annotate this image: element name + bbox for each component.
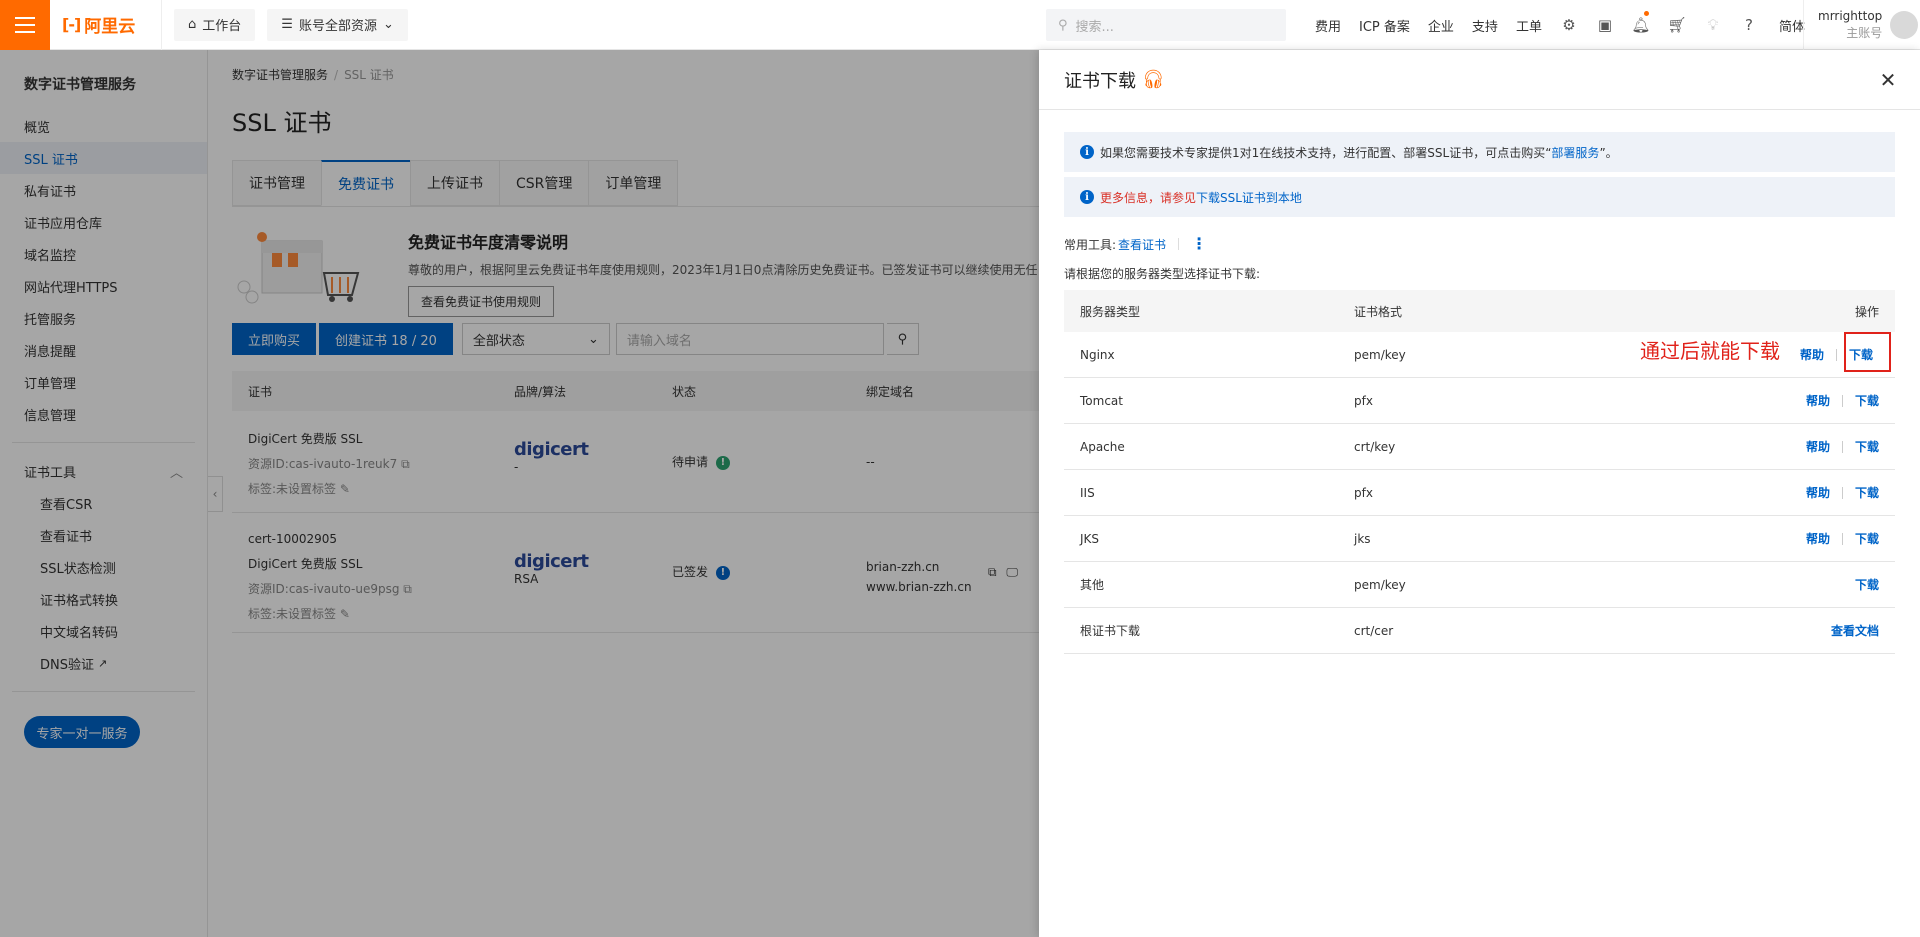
close-icon[interactable]: ✕: [1876, 68, 1900, 92]
user-menu[interactable]: mrrighttop 主账号: [1803, 0, 1919, 50]
table-row: Tomcat pfx 帮助 下载: [1064, 378, 1895, 424]
username: mrrighttop: [1818, 9, 1883, 23]
search-icon: ⚲: [1058, 17, 1068, 33]
stack-icon: ☰: [281, 17, 293, 32]
table-row: 其他 pem/key 下载: [1064, 562, 1895, 608]
download-link-tomcat[interactable]: 下载: [1855, 392, 1879, 409]
drawer-title: 证书下载: [1064, 70, 1136, 92]
link-enterprise[interactable]: 企业: [1419, 16, 1463, 35]
more-vertical-icon[interactable]: ⋮: [1191, 236, 1207, 252]
link-icp[interactable]: ICP 备案: [1350, 16, 1419, 35]
help-icon[interactable]: ?: [1731, 0, 1767, 50]
download-link-apache[interactable]: 下载: [1855, 438, 1879, 455]
view-cert-link[interactable]: 查看证书: [1118, 236, 1166, 253]
notice-deploy: i 如果您需要技术专家提供1对1在线技术支持，进行配置、部署SSL证书，可点击购…: [1064, 132, 1895, 172]
download-link-iis[interactable]: 下载: [1855, 484, 1879, 501]
workbench-button[interactable]: ⌂ 工作台: [174, 8, 256, 41]
table-row: Apache crt/key 帮助 下载: [1064, 424, 1895, 470]
table-row: IIS pfx 帮助 下载: [1064, 470, 1895, 516]
info-icon: i: [1080, 145, 1094, 159]
global-search-input[interactable]: ⚲ 搜索...: [1046, 9, 1286, 41]
aliyun-logo[interactable]: [-] 阿里云: [50, 0, 162, 50]
cert-download-drawer: 证书下载 🎧︎ ✕ i 如果您需要技术专家提供1对1在线技术支持，进行配置、部署…: [1039, 50, 1920, 937]
drawer-header: 证书下载 🎧︎ ✕: [1039, 50, 1920, 110]
avatar[interactable]: [1890, 11, 1919, 39]
account-type: 主账号: [1846, 26, 1883, 40]
help-link[interactable]: 帮助: [1806, 530, 1830, 547]
annotation-text: 通过后就能下载: [1640, 339, 1780, 363]
help-link[interactable]: 帮助: [1806, 484, 1830, 501]
view-doc-link[interactable]: 查看文档: [1831, 622, 1879, 639]
download-link-other[interactable]: 下载: [1855, 576, 1879, 593]
notice-more-info: i 更多信息，请参见 下载SSL证书到本地: [1064, 177, 1895, 217]
top-links: 费用 ICP 备案 企业 支持 工单 ⚙ ▣ 🔔︎ 🛒︎ 💡︎ ? 简体: [1306, 0, 1817, 50]
help-link[interactable]: 帮助: [1806, 392, 1830, 409]
cart-icon[interactable]: 🛒︎: [1659, 0, 1695, 50]
resource-selector[interactable]: ☰ 账号全部资源 ⌄: [267, 8, 408, 41]
link-billing[interactable]: 费用: [1306, 16, 1350, 35]
bell-icon[interactable]: 🔔︎: [1623, 0, 1659, 50]
download-link-jks[interactable]: 下载: [1855, 530, 1879, 547]
headset-icon[interactable]: 🎧︎: [1142, 69, 1165, 91]
table-row: 根证书下载 crt/cer 查看文档: [1064, 608, 1895, 654]
link-ticket[interactable]: 工单: [1507, 16, 1551, 35]
select-hint: 请根据您的服务器类型选择证书下载:: [1064, 267, 1261, 281]
table-row: JKS jks 帮助 下载: [1064, 516, 1895, 562]
link-support[interactable]: 支持: [1463, 16, 1507, 35]
info-icon: i: [1080, 190, 1094, 204]
common-tools: 常用工具: 查看证书 ⋮: [1064, 234, 1208, 253]
code-icon[interactable]: ⚙: [1551, 0, 1587, 50]
hamburger-menu-icon[interactable]: [0, 0, 50, 50]
highlight-box: [1844, 332, 1891, 372]
download-table-header: 服务器类型 证书格式 操作: [1064, 290, 1895, 332]
chevron-down-icon: ⌄: [382, 17, 394, 32]
top-bar: [-] 阿里云 ⌂ 工作台 ☰ 账号全部资源 ⌄ ⚲ 搜索... 费用 ICP 备…: [0, 0, 1920, 50]
download-doc-link[interactable]: 下载SSL证书到本地: [1196, 189, 1302, 206]
terminal-icon[interactable]: ▣: [1587, 0, 1623, 50]
help-link[interactable]: 帮助: [1806, 438, 1830, 455]
home-icon: ⌂: [188, 17, 197, 32]
deploy-service-link[interactable]: 部署服务: [1551, 144, 1599, 161]
lightbulb-icon[interactable]: 💡︎: [1695, 0, 1731, 50]
help-link[interactable]: 帮助: [1800, 346, 1824, 363]
